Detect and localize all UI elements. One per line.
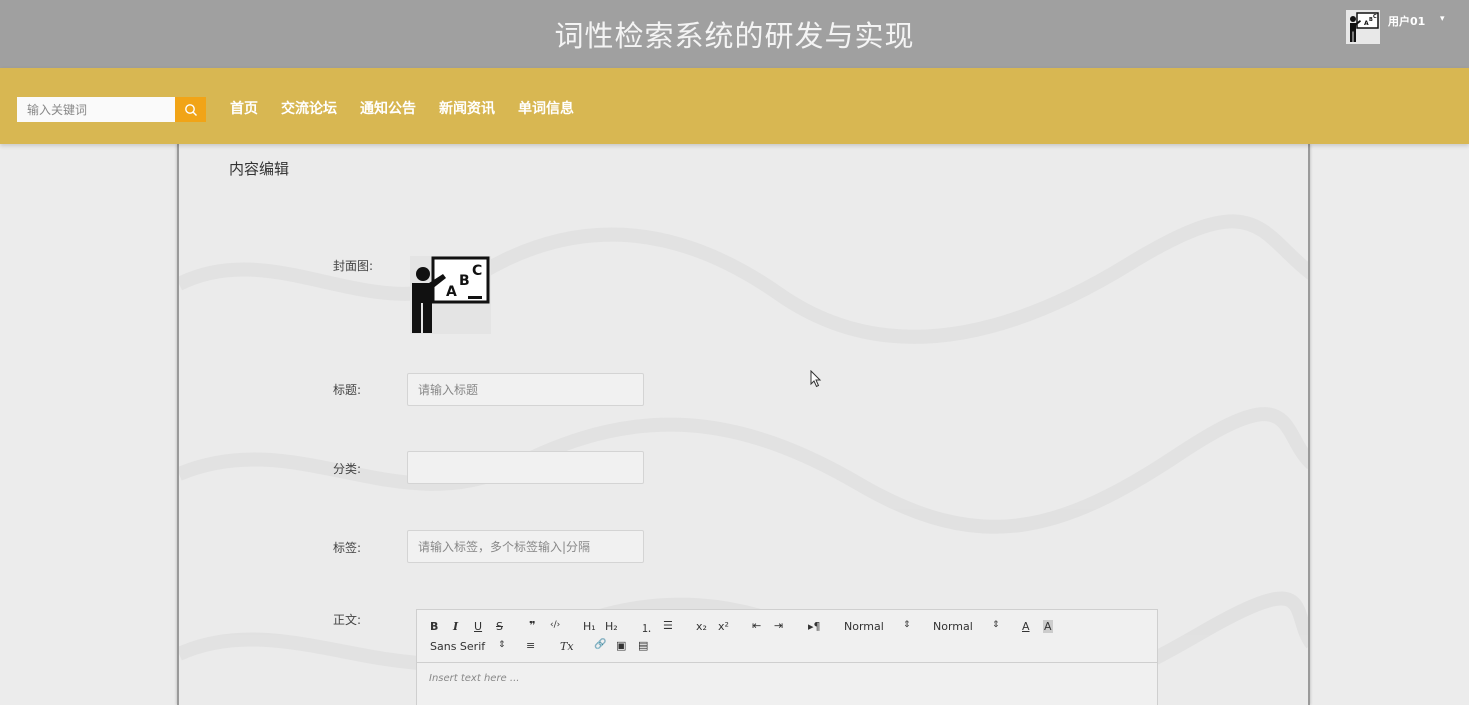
cover-letter-b: B <box>459 273 470 289</box>
nav-bar: 首页 交流论坛 通知公告 新闻资讯 单词信息 <box>0 68 1469 144</box>
category-label: 分类: <box>333 462 362 476</box>
teacher-icon: A B C <box>1350 12 1379 42</box>
outdent-button[interactable]: ⇤ <box>752 619 761 632</box>
tags-input[interactable] <box>407 530 644 563</box>
nav-link-forum[interactable]: 交流论坛 <box>281 98 337 118</box>
direction-button[interactable]: ▸¶ <box>808 620 821 633</box>
body-label: 正文: <box>333 613 362 627</box>
top-header: 词性检索系统的研发与实现 A B C 用户01 ▾ <box>0 0 1469 68</box>
cover-label: 封面图: <box>333 259 374 273</box>
title-label: 标题: <box>333 383 362 397</box>
chevron-down-icon[interactable]: ▾ <box>1440 14 1445 24</box>
editor-content[interactable]: Insert text here ... <box>417 663 1157 694</box>
tags-label: 标签: <box>333 541 362 555</box>
strike-button[interactable]: S <box>496 620 503 633</box>
link-icon[interactable]: 🔗 <box>594 639 606 650</box>
user-name[interactable]: 用户01 <box>1388 13 1425 29</box>
svg-text:C: C <box>1373 14 1377 20</box>
size-select-caret-icon[interactable]: ⇕ <box>903 620 911 630</box>
category-input[interactable] <box>407 451 644 484</box>
search-input[interactable] <box>17 97 175 122</box>
search-icon <box>184 103 197 116</box>
underline-button[interactable]: U <box>474 620 482 633</box>
cover-letter-a: A <box>446 284 457 300</box>
nav-link-notices[interactable]: 通知公告 <box>360 98 416 118</box>
clean-format-button[interactable]: Tx <box>560 640 574 653</box>
h2-button[interactable]: H₂ <box>605 620 618 633</box>
nav-links: 首页 交流论坛 通知公告 新闻资讯 单词信息 <box>230 98 597 118</box>
teacher-icon: A B C <box>412 256 490 333</box>
bullet-list-button[interactable]: ☰ <box>663 619 673 632</box>
rich-text-editor: B I U S ❞ ‹/› H₁ H₂ ⒈ ☰ x₂ x² ⇤ ⇥ ▸¶ Nor… <box>416 609 1158 705</box>
header-select-caret-icon[interactable]: ⇕ <box>992 620 1000 630</box>
nav-link-words[interactable]: 单词信息 <box>518 98 574 118</box>
cover-letter-c: C <box>472 263 482 279</box>
code-button[interactable]: ‹/› <box>550 620 560 630</box>
nav-link-home[interactable]: 首页 <box>230 98 258 118</box>
section-title: 内容编辑 <box>229 160 290 178</box>
font-select[interactable]: Sans Serif <box>430 640 485 653</box>
title-input[interactable] <box>407 373 644 406</box>
align-button[interactable]: ≡ <box>526 639 535 652</box>
site-title: 词性检索系统的研发与实现 <box>554 19 915 53</box>
size-select[interactable]: Normal <box>844 620 884 633</box>
bold-button[interactable]: B <box>430 620 438 633</box>
cover-image[interactable]: A B C <box>410 256 491 334</box>
font-select-caret-icon[interactable]: ⇕ <box>498 640 506 650</box>
content-panel: 内容编辑 封面图: A B C 标题: 分类: 标签: 正文: B I U S … <box>177 144 1310 705</box>
nav-link-news[interactable]: 新闻资讯 <box>439 98 495 118</box>
image-icon[interactable]: ▣ <box>616 639 626 652</box>
mouse-cursor-icon <box>810 370 822 388</box>
h1-button[interactable]: H₁ <box>583 620 596 633</box>
background-color-button[interactable]: A <box>1043 620 1053 633</box>
text-color-button[interactable]: A <box>1022 620 1030 633</box>
italic-button[interactable]: I <box>453 620 458 633</box>
editor-toolbar: B I U S ❞ ‹/› H₁ H₂ ⒈ ☰ x₂ x² ⇤ ⇥ ▸¶ Nor… <box>417 610 1157 663</box>
indent-button[interactable]: ⇥ <box>774 619 783 632</box>
blockquote-button[interactable]: ❞ <box>529 619 535 632</box>
avatar[interactable]: A B C <box>1346 10 1380 44</box>
header-select[interactable]: Normal <box>933 620 973 633</box>
video-icon[interactable]: ▤ <box>638 639 648 652</box>
search-button[interactable] <box>175 97 206 122</box>
ordered-list-button[interactable]: ⒈ <box>641 620 652 636</box>
superscript-button[interactable]: x² <box>718 620 729 633</box>
subscript-button[interactable]: x₂ <box>696 620 707 633</box>
